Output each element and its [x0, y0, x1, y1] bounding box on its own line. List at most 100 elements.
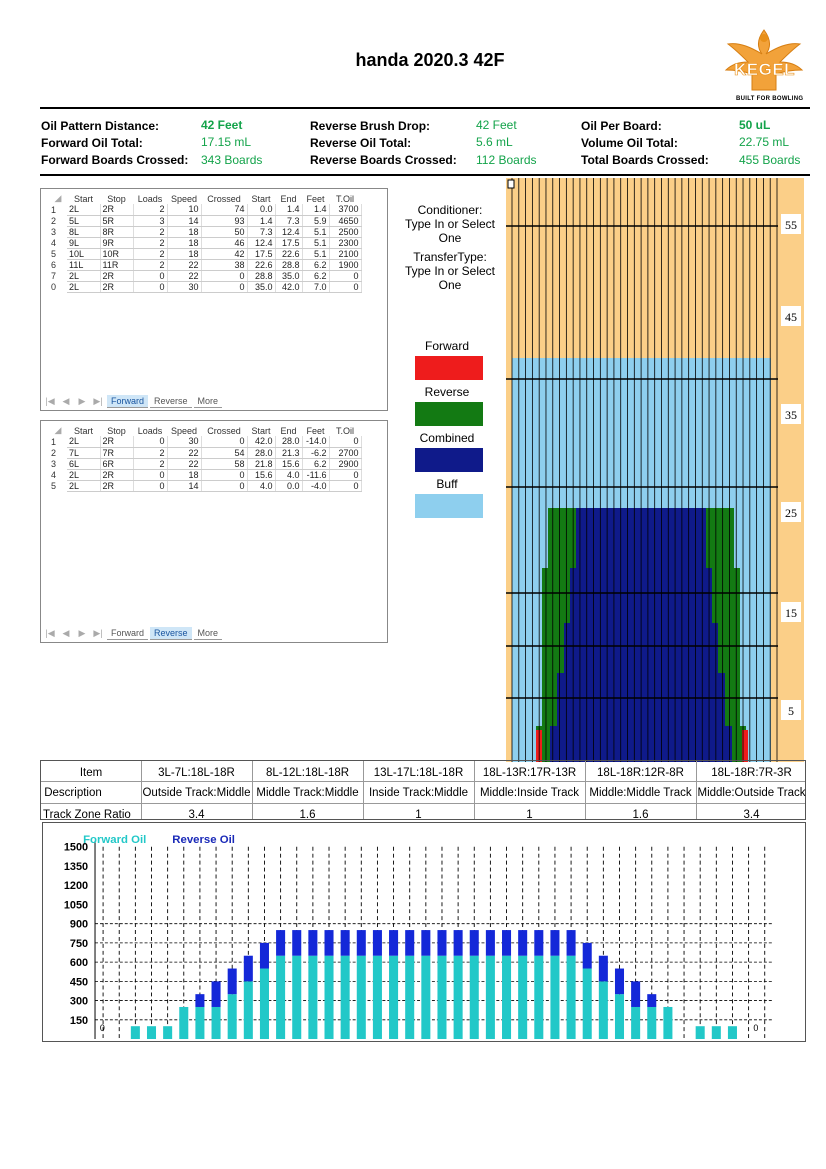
table-cell[interactable]: 0	[329, 469, 362, 481]
table-cell[interactable]: 22	[167, 270, 202, 282]
table-cell[interactable]: 7.3	[247, 226, 276, 238]
table-cell[interactable]: 2L	[67, 436, 101, 448]
table-cell[interactable]: 0	[201, 480, 248, 492]
tab-forward[interactable]: Forward	[107, 395, 149, 408]
table-cell[interactable]: 0	[133, 281, 168, 293]
table-cell[interactable]: 38	[201, 259, 248, 271]
table-cell[interactable]: 0	[201, 281, 248, 293]
table-cell[interactable]: 28.0	[247, 447, 276, 459]
table-cell[interactable]: 2R	[100, 469, 134, 481]
table-cell[interactable]: 12.4	[275, 226, 303, 238]
table-cell[interactable]: 7R	[100, 447, 134, 459]
table-cell[interactable]: 2R	[100, 204, 134, 216]
next-page-icon[interactable]: ▶	[75, 628, 89, 639]
table-cell[interactable]: 15.6	[275, 458, 303, 470]
table-cell[interactable]: 2R	[100, 270, 134, 282]
table-cell[interactable]: 2	[133, 237, 168, 249]
table-cell[interactable]: 0	[133, 436, 168, 448]
table-cell[interactable]: 0	[329, 480, 362, 492]
table-cell[interactable]: 2500	[329, 226, 362, 238]
table-cell[interactable]: 2	[133, 204, 168, 216]
table-cell[interactable]: 28.8	[275, 259, 303, 271]
table-cell[interactable]: 2900	[329, 458, 362, 470]
table-cell[interactable]: 0.0	[275, 480, 303, 492]
table-cell[interactable]: 17.5	[275, 237, 303, 249]
table-cell[interactable]: 2	[133, 447, 168, 459]
table-cell[interactable]: 11R	[100, 259, 134, 271]
table-cell[interactable]: 2L	[67, 281, 101, 293]
table-cell[interactable]: 8R	[100, 226, 134, 238]
table-cell[interactable]: 9L	[67, 237, 101, 249]
table-cell[interactable]: 0	[201, 270, 248, 282]
table-cell[interactable]: 7.0	[302, 281, 330, 293]
conditioner-select[interactable]: Type In or Select One	[395, 217, 505, 245]
table-row[interactable]: 0 2L 2R 0 30 0 35.0 42.0 7.0 0	[49, 281, 362, 293]
first-page-icon[interactable]: |◀	[43, 628, 57, 639]
table-cell[interactable]: 8L	[67, 226, 101, 238]
table-cell[interactable]: 2	[133, 226, 168, 238]
table-cell[interactable]: 35.0	[247, 281, 276, 293]
table-cell[interactable]: 0	[133, 480, 168, 492]
table-cell[interactable]: 0	[329, 281, 362, 293]
table-cell[interactable]: 14	[167, 480, 202, 492]
table-cell[interactable]: 2L	[67, 270, 101, 282]
first-page-icon[interactable]: |◀	[43, 396, 57, 407]
table-cell[interactable]: 10R	[100, 248, 134, 260]
table-cell[interactable]: 17.5	[247, 248, 276, 260]
table-cell[interactable]: 2R	[100, 436, 134, 448]
table-cell[interactable]: 54	[201, 447, 248, 459]
table-cell[interactable]: 5.1	[302, 226, 330, 238]
table-cell[interactable]: 2L	[67, 469, 101, 481]
table-cell[interactable]: 0	[201, 469, 248, 481]
table-cell[interactable]: 22.6	[247, 259, 276, 271]
table-cell[interactable]: 1.4	[247, 215, 276, 227]
table-row[interactable]: 3 8L 8R 2 18 50 7.3 12.4 5.1 2500	[49, 226, 362, 238]
tab-reverse[interactable]: Reverse	[150, 395, 192, 408]
table-cell[interactable]: 28.0	[275, 436, 303, 448]
table-cell[interactable]: 2L	[67, 204, 101, 216]
next-page-icon[interactable]: ▶	[75, 396, 89, 407]
table-cell[interactable]: 21.8	[247, 458, 276, 470]
table-row[interactable]: 4 9L 9R 2 18 46 12.4 17.5 5.1 2300	[49, 237, 362, 249]
table-cell[interactable]: 3700	[329, 204, 362, 216]
table-cell[interactable]: 5R	[100, 215, 134, 227]
table-cell[interactable]: 22.6	[275, 248, 303, 260]
table-row[interactable]: 5 2L 2R 0 14 0 4.0 0.0 -4.0 0	[49, 480, 362, 492]
table-cell[interactable]: 35.0	[275, 270, 303, 282]
table-row[interactable]: 7 2L 2R 0 22 0 28.8 35.0 6.2 0	[49, 270, 362, 282]
table-cell[interactable]: 2100	[329, 248, 362, 260]
table-row[interactable]: 2 7L 7R 2 22 54 28.0 21.3 -6.2 2700	[49, 447, 362, 459]
tab-more[interactable]: More	[193, 395, 223, 408]
table-cell[interactable]: -6.2	[302, 447, 330, 459]
table-row[interactable]: 5 10L 10R 2 18 42 17.5 22.6 5.1 2100	[49, 248, 362, 260]
prev-page-icon[interactable]: ◀	[59, 628, 73, 639]
table-cell[interactable]: 3	[133, 215, 168, 227]
table-cell[interactable]: 12.4	[247, 237, 276, 249]
table-cell[interactable]: 2700	[329, 447, 362, 459]
last-page-icon[interactable]: ▶|	[91, 628, 105, 639]
table-cell[interactable]: 4.0	[247, 480, 276, 492]
table-cell[interactable]: 5.1	[302, 237, 330, 249]
prev-page-icon[interactable]: ◀	[59, 396, 73, 407]
table-row[interactable]: 1 2L 2R 0 30 0 42.0 28.0 -14.0 0	[49, 436, 362, 448]
table-cell[interactable]: 2L	[67, 480, 101, 492]
table-cell[interactable]: 42.0	[247, 436, 276, 448]
table-cell[interactable]: 1.4	[302, 204, 330, 216]
table-cell[interactable]: 18	[167, 237, 202, 249]
table-cell[interactable]: 0	[133, 270, 168, 282]
table-cell[interactable]: 11L	[67, 259, 101, 271]
table-cell[interactable]: 6.2	[302, 458, 330, 470]
table-cell[interactable]: 7.3	[275, 215, 303, 227]
table-cell[interactable]: 6L	[67, 458, 101, 470]
transfer-type-select[interactable]: Type In or Select One	[395, 264, 505, 292]
table-cell[interactable]: 0	[329, 436, 362, 448]
table-cell[interactable]: 4650	[329, 215, 362, 227]
tab-forward[interactable]: Forward	[107, 627, 149, 640]
table-cell[interactable]: 5.9	[302, 215, 330, 227]
table-cell[interactable]: 18	[167, 469, 202, 481]
table-cell[interactable]: 22	[167, 458, 202, 470]
table-cell[interactable]: 1900	[329, 259, 362, 271]
table-row[interactable]: 2 5L 5R 3 14 93 1.4 7.3 5.9 4650	[49, 215, 362, 227]
table-cell[interactable]: 2R	[100, 480, 134, 492]
table-cell[interactable]: 6.2	[302, 259, 330, 271]
